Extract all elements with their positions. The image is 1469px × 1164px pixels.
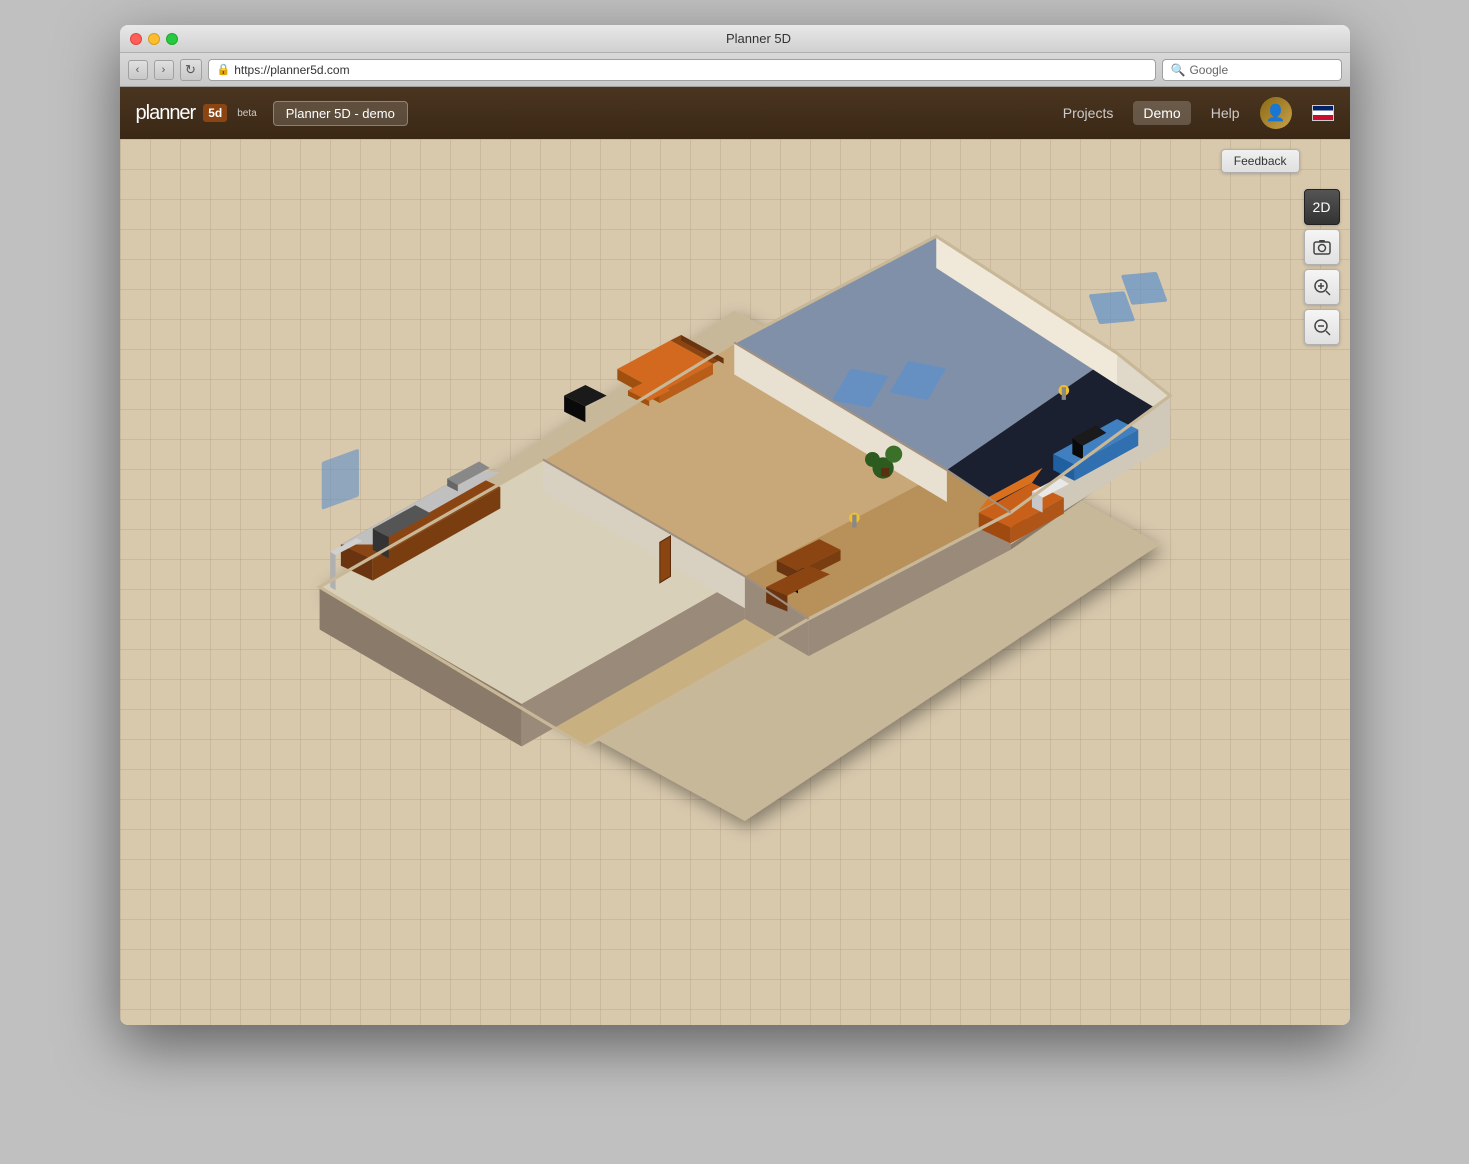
logo-box: 5d [203, 104, 227, 122]
minimize-button[interactable] [148, 33, 160, 45]
forward-button[interactable]: › [154, 60, 174, 80]
language-flag[interactable] [1312, 105, 1334, 121]
close-button[interactable] [130, 33, 142, 45]
user-avatar[interactable]: 👤 [1260, 97, 1292, 129]
nav-projects[interactable]: Projects [1063, 105, 1114, 121]
search-bar[interactable]: 🔍 Google [1162, 59, 1342, 81]
url-bar[interactable]: 🔒 https://planner5d.com [208, 59, 1156, 81]
beta-badge: beta [237, 108, 256, 119]
lock-icon: 🔒 [217, 63, 231, 76]
back-button[interactable]: ‹ [128, 60, 148, 80]
title-bar: Planner 5D [120, 25, 1350, 53]
search-icon: 🔍 [1171, 63, 1186, 77]
url-text: https://planner5d.com [234, 63, 349, 77]
search-placeholder: Google [1189, 63, 1228, 77]
window-title: Planner 5D [178, 31, 1340, 46]
logo-text: planner [136, 102, 196, 125]
address-bar: ‹ › ↻ 🔒 https://planner5d.com 🔍 Google [120, 53, 1350, 87]
maximize-button[interactable] [166, 33, 178, 45]
reload-button[interactable]: ↻ [180, 59, 202, 81]
logo-area: planner 5d beta [136, 102, 257, 125]
mac-window: Planner 5D ‹ › ↻ 🔒 https://planner5d.com… [120, 25, 1350, 1025]
header-nav: Projects Demo Help 👤 [1063, 97, 1334, 129]
nav-demo[interactable]: Demo [1133, 101, 1190, 125]
traffic-lights [130, 33, 178, 45]
app-header: planner 5d beta Planner 5D - demo Projec… [120, 87, 1350, 139]
nav-help[interactable]: Help [1211, 105, 1240, 121]
project-name[interactable]: Planner 5D - demo [273, 101, 408, 126]
floorplan-svg [150, 183, 1319, 980]
floorplan-container [120, 139, 1350, 1025]
canvas-area: Feedback 2D [120, 139, 1350, 1025]
